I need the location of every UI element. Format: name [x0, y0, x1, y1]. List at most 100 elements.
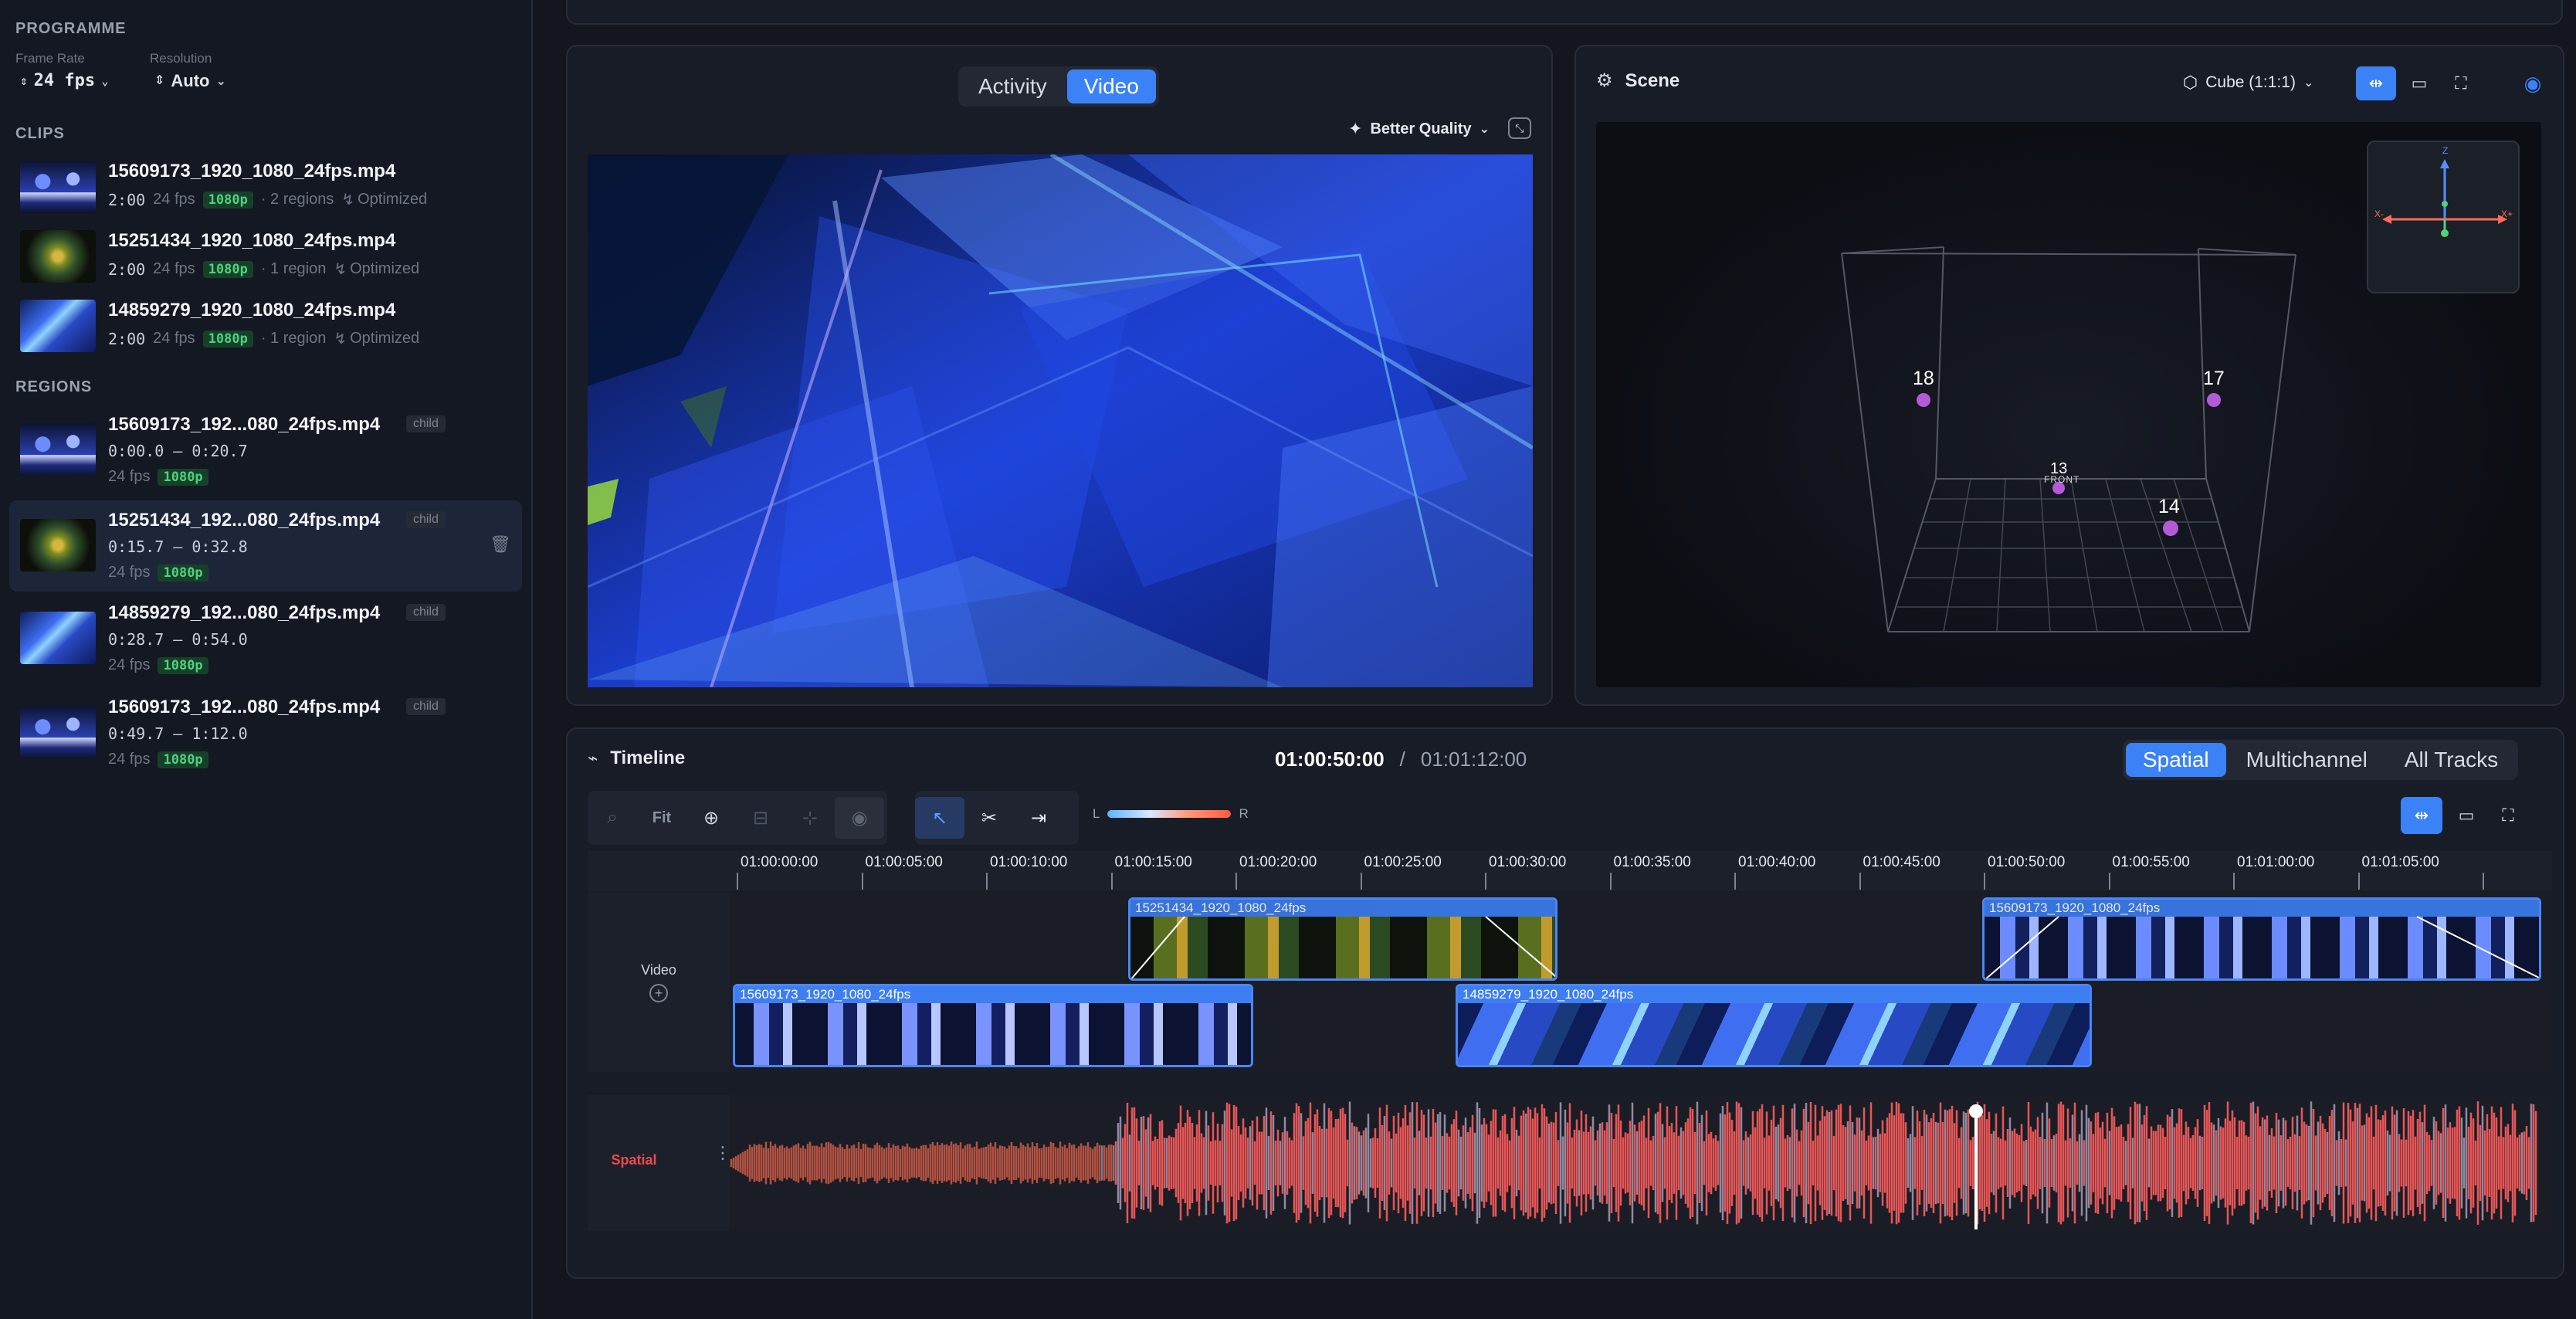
ruler-label: 01:00:40:00: [1738, 854, 1816, 870]
playhead-handle[interactable]: [1969, 1104, 1983, 1118]
tab-video[interactable]: Video: [1066, 70, 1156, 103]
region-range-text: 0:00.0 – 0:20.7: [108, 442, 248, 460]
child-badge: child: [406, 698, 446, 715]
child-badge: child: [406, 604, 446, 621]
clip-meta: 2:00 24 fps 1080p · 1 region ↯ Optimized: [108, 259, 419, 279]
fade-lines: [1985, 916, 2539, 978]
frame-rate-select[interactable]: ⇕ 24 fps ⌄: [20, 71, 109, 90]
region-name: 15609173_192...080_24fps.mp4: [108, 697, 381, 717]
region-meta: 24 fps 1080p: [108, 751, 208, 768]
clip-filmstrip: [735, 1003, 1251, 1065]
region-range-text: 0:28.7 – 0:54.0: [108, 630, 248, 649]
region-row-selected[interactable]: 15251434_192...080_24fps.mp4 child 0:15.…: [9, 500, 522, 592]
edit-tools: ↖ ✂ ⇥: [915, 791, 1079, 845]
point-label-17: 17: [2203, 368, 2225, 389]
fit-height-icon[interactable]: ⊟: [736, 797, 785, 839]
select-arrow-icon[interactable]: ↖: [915, 797, 964, 839]
video-frame-art: [588, 154, 1533, 687]
axis-gizmo-art: [2382, 159, 2507, 237]
fit-button[interactable]: Fit: [637, 797, 686, 839]
track-mode-tabs: Spatial Multichannel All Tracks: [2123, 740, 2519, 780]
front-label: FRONT: [2044, 474, 2080, 485]
pan-gradient-bar: [1107, 810, 1232, 818]
region-thumbnail: [20, 519, 96, 571]
region-row[interactable]: 15609173_192...080_24fps.mp4 child 0:49.…: [9, 690, 522, 777]
sparkle-icon: ✦: [1348, 119, 1363, 138]
quality-select[interactable]: ✦ Better Quality ⌄: [1348, 119, 1490, 139]
region-name: 15251434_192...080_24fps.mp4: [108, 510, 381, 531]
chevron-down-icon: ⌄: [2303, 76, 2314, 90]
scene-viewport[interactable]: 18 17 13 FRONT 14 Z X- X+: [1596, 122, 2541, 687]
add-track-icon[interactable]: +: [649, 984, 668, 1002]
pan-slider[interactable]: L R: [1093, 806, 1249, 822]
time-ruler[interactable]: 01:00:00:00 01:00:05:00 01:00:10:00 01:00:1…: [588, 851, 2552, 891]
region-range-text: 0:49.7 – 1:12.0: [108, 724, 248, 743]
tab-spatial[interactable]: Spatial: [2126, 743, 2226, 777]
clip-row[interactable]: 15251434_1920_1080_24fps.mp4 2:00 24 fps…: [9, 224, 522, 289]
resolution-badge: 1080p: [202, 191, 253, 209]
timeline-clip[interactable]: 15251434_1920_1080_24fps: [1128, 897, 1557, 981]
child-badge: child: [406, 415, 446, 432]
video-preview[interactable]: [588, 154, 1533, 687]
resolution-badge: 1080p: [158, 564, 208, 582]
jump-to-end-icon[interactable]: ⇥: [1014, 797, 1063, 839]
sidebar: PROGRAMME Frame Rate ⇕ 24 fps ⌄ Resoluti…: [0, 0, 533, 1319]
timeline-view-split-icon[interactable]: ⇹: [2401, 797, 2442, 834]
playhead[interactable]: [1974, 1110, 1978, 1229]
ruler-label: 01:00:00:00: [741, 854, 819, 870]
crosshair-icon[interactable]: ⊹: [785, 797, 835, 839]
clip-row[interactable]: 14859279_1920_1080_24fps.mp4 2:00 24 fps…: [9, 293, 522, 358]
region-range-text: 0:15.7 – 0:32.8: [108, 537, 248, 556]
clip-status: Optimized: [350, 330, 420, 347]
view-single-icon[interactable]: ▭: [2399, 66, 2439, 100]
region-row[interactable]: 14859279_192...080_24fps.mp4 child 0:28.…: [9, 596, 522, 683]
region-fps: 24 fps: [108, 468, 151, 485]
ruler-label: 01:00:10:00: [990, 854, 1068, 870]
timeline-title: Timeline: [610, 748, 686, 768]
axis-gizmo[interactable]: Z X- X+: [2367, 141, 2520, 293]
drag-handle-icon[interactable]: ⋮: [714, 1144, 731, 1161]
timeline-clip[interactable]: 15609173_1920_1080_24fps: [733, 984, 1253, 1067]
ruler-label: 01:00:30:00: [1489, 854, 1567, 870]
clip-thumbnail: [20, 300, 96, 352]
regions-heading: REGIONS: [15, 378, 93, 395]
trash-icon[interactable]: 🗑: [490, 534, 511, 554]
view-tabs: Activity Video: [958, 66, 1159, 107]
shape-value: Cube (1:1:1): [2205, 73, 2296, 91]
eye-icon[interactable]: ◉: [2513, 66, 2552, 100]
optimized-icon: ↯: [334, 331, 347, 348]
view-split-icon[interactable]: ⇹: [2356, 66, 2396, 100]
timeline-clip[interactable]: 14859279_1920_1080_24fps: [1456, 984, 2092, 1067]
tab-multichannel[interactable]: Multichannel: [2229, 743, 2384, 777]
timeline-clip[interactable]: 15609173_1920_1080_24fps: [1982, 897, 2541, 981]
resolution-select[interactable]: ⇕ Auto ⌄: [154, 71, 226, 91]
clip-name: 15609173_1920_1080_24fps.mp4: [108, 161, 396, 181]
video-track-header: Video +: [588, 893, 730, 1072]
timeline-view-expand-icon[interactable]: ⛶: [2487, 797, 2529, 834]
axis-z-label: Z: [2442, 145, 2449, 156]
timeline-view-single-icon[interactable]: ▭: [2446, 797, 2487, 834]
region-thumbnail: [20, 423, 96, 476]
cube-icon: ⬡: [2183, 73, 2198, 92]
audio-track-lane[interactable]: [730, 1095, 2552, 1231]
scissors-icon[interactable]: ✂: [964, 797, 1014, 839]
quality-label: Better Quality: [1370, 120, 1472, 137]
audio-track-label: Spatial: [611, 1152, 657, 1168]
up-down-icon: ⇕: [154, 74, 165, 87]
total-time: 01:01:12:00: [1420, 748, 1527, 771]
clip-duration: 2:00: [108, 259, 146, 279]
tab-activity[interactable]: Activity: [961, 70, 1064, 103]
clip-name: 14859279_1920_1080_24fps.mp4: [108, 300, 396, 320]
record-icon[interactable]: ◉: [835, 797, 884, 839]
timeline-header: ⌁ Timeline: [588, 748, 685, 769]
clip-row[interactable]: 15609173_1920_1080_24fps.mp4 2:00 24 fps…: [9, 154, 522, 219]
timecode-display: 01:00:50:00 / 01:01:12:00: [1275, 748, 1527, 771]
tab-all-tracks[interactable]: All Tracks: [2388, 743, 2515, 777]
view-expand-icon[interactable]: ⛶: [2441, 66, 2481, 100]
shape-select[interactable]: ⬡ Cube (1:1:1) ⌄: [2183, 73, 2313, 93]
pip-icon[interactable]: ⤡: [1508, 117, 1531, 139]
zoom-in-icon[interactable]: ⊕: [686, 797, 736, 839]
region-thumbnail: [20, 706, 96, 758]
zoom-out-icon[interactable]: ⌕: [588, 797, 637, 839]
region-row[interactable]: 15609173_192...080_24fps.mp4 child 0:00.…: [9, 408, 522, 494]
